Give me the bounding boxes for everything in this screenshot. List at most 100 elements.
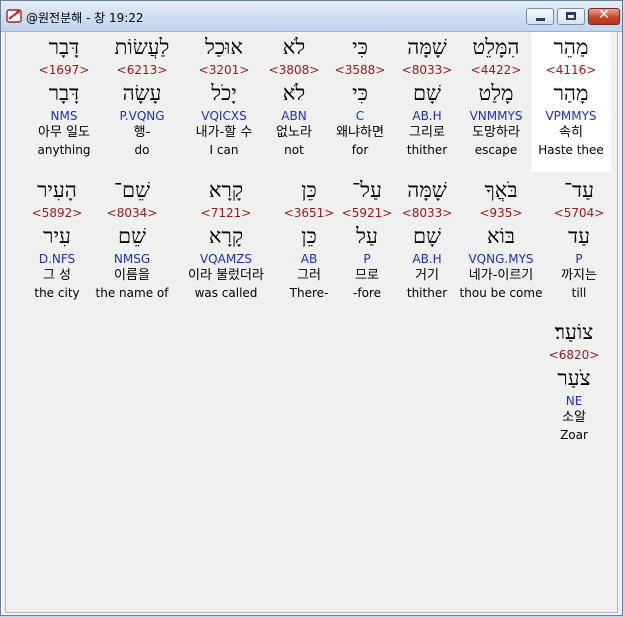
parse-code: NE xyxy=(565,394,583,408)
hebrew-word: כֵּן xyxy=(301,178,317,202)
hebrew-lemma: צֹעַר xyxy=(557,366,591,390)
english-gloss: There- xyxy=(289,286,329,300)
hebrew-word: עַל־ xyxy=(352,178,382,202)
word-cell[interactable]: שֵׁם־ <8034> שֵׁם NMSG 이름을 the name of xyxy=(94,175,170,301)
hebrew-lemma: בּוֹא xyxy=(486,224,516,248)
strong-number[interactable]: <3588> xyxy=(324,62,396,78)
strong-number[interactable]: <935> xyxy=(456,205,546,221)
parse-code: VQNG.MYS xyxy=(468,252,534,266)
korean-gloss: 므로 xyxy=(355,268,379,283)
hebrew-word: הָעִיר xyxy=(37,178,77,202)
minimize-icon xyxy=(536,18,545,21)
word-cell[interactable]: הָעִיר <5892> עִיר D.NFS 그 성 the city xyxy=(20,175,94,301)
strong-number[interactable]: <7121> xyxy=(178,205,274,221)
parse-code: VQICXS xyxy=(201,109,247,123)
hebrew-lemma: יָכֹל xyxy=(211,81,237,105)
english-gloss: -fore xyxy=(353,286,381,300)
strong-number[interactable]: <6213> xyxy=(102,62,182,78)
app-bible-icon xyxy=(6,9,22,23)
korean-gloss: 내가-할 수 xyxy=(195,125,253,140)
word-cell[interactable]: עַד־ <5704> עַד P 까지는 till xyxy=(539,175,619,301)
strong-number[interactable]: <1697> xyxy=(24,62,104,78)
parse-code: VPMMYS xyxy=(545,109,597,123)
hebrew-lemma: עַל xyxy=(356,224,378,248)
hebrew-lemma: כֵּן xyxy=(301,224,317,248)
word-cell[interactable]: כִּי <3588> כִּי C 왜냐하면 for xyxy=(324,32,396,158)
parse-code: VNMMYS xyxy=(469,109,523,123)
parse-code: AB xyxy=(300,252,318,266)
word-cell[interactable]: שָׁמָּה <8033> שָׁם AB.H 그리로 thither xyxy=(392,32,462,158)
strong-number[interactable]: <4422> xyxy=(456,62,536,78)
korean-gloss: 까지는 xyxy=(561,268,597,283)
word-cell[interactable]: דָּבָר <1697> דָּבָר NMS 아무 일도 anything xyxy=(24,32,104,158)
strong-number[interactable]: <3808> xyxy=(264,62,324,78)
korean-gloss: 도망하라 xyxy=(472,125,520,140)
english-gloss: Zoar xyxy=(560,428,588,442)
hebrew-word: בֹּאֲךָ xyxy=(484,178,518,202)
word-cell[interactable]: בֹּאֲךָ <935> בּוֹא VQNG.MYS 네가-이르기 thou… xyxy=(456,175,546,301)
korean-gloss: 이름을 xyxy=(114,268,150,283)
parse-code: AB.H xyxy=(412,252,442,266)
korean-gloss: 속히 xyxy=(559,125,583,140)
hebrew-word: לַעֲשׂוֹת xyxy=(114,35,170,59)
title-bar[interactable]: @원전분해 - 창 19:22 ✕ xyxy=(1,1,622,32)
word-cell[interactable]: קָרָא <7121> קָרָא VQAMZS 이라 불렀더라 was ca… xyxy=(178,175,274,301)
english-gloss: the city xyxy=(34,286,80,300)
parse-code: D.NFS xyxy=(38,252,76,266)
strong-number[interactable]: <8034> xyxy=(94,205,170,221)
hebrew-word: אוּכַל xyxy=(204,35,244,59)
window-title: @원전분해 - 창 19:22 xyxy=(26,11,144,25)
hebrew-word: קָרָא xyxy=(208,178,244,202)
word-cell[interactable]: צוֹעַר׃ <6820> צֹעַר NE 소알 Zoar xyxy=(539,317,609,443)
strong-number[interactable]: <6820> xyxy=(539,347,609,363)
korean-gloss: 이라 불렀더라 xyxy=(188,268,264,283)
word-cell[interactable]: אוּכַל <3201> יָכֹל VQICXS 내가-할 수 I can xyxy=(184,32,264,158)
parse-code: VQAMZS xyxy=(199,252,253,266)
close-button[interactable]: ✕ xyxy=(588,7,620,25)
strong-number[interactable]: <5704> xyxy=(539,205,619,221)
parse-code: ABN xyxy=(281,109,307,123)
hebrew-lemma: שָׁם xyxy=(413,224,441,248)
korean-gloss: 거기 xyxy=(415,268,439,283)
strong-number[interactable]: <5921> xyxy=(336,205,398,221)
hebrew-word: כִּי xyxy=(352,35,368,59)
parse-code: AB.H xyxy=(412,109,442,123)
strong-number[interactable]: <8033> xyxy=(392,62,462,78)
maximize-button[interactable] xyxy=(557,8,585,25)
word-cell[interactable]: שָׁמָּה <8033> שָׁם AB.H 거기 thither xyxy=(392,175,462,301)
hebrew-lemma: דָּבָר xyxy=(48,81,80,105)
hebrew-lemma: מָהַר xyxy=(553,81,589,105)
hebrew-lemma: קָרָא xyxy=(208,224,244,248)
hebrew-word: שֵׁם־ xyxy=(113,178,150,202)
strong-number[interactable]: <3201> xyxy=(184,62,264,78)
english-gloss: for xyxy=(351,143,369,157)
interlinear-panel[interactable]: מַהֵר <4116> מָהַר VPMMYS 속히 Haste thee … xyxy=(5,32,618,613)
english-gloss: Haste thee xyxy=(538,143,604,157)
word-cell[interactable]: לַעֲשׂוֹת <6213> עָשָׂה P.VQNG 행- do xyxy=(102,32,182,158)
english-gloss: escape xyxy=(474,143,518,157)
strong-number[interactable]: <5892> xyxy=(20,205,94,221)
minimize-button[interactable] xyxy=(526,8,554,25)
strong-number[interactable]: <8033> xyxy=(392,205,462,221)
word-cell[interactable]: עַל־ <5921> עַל P 므로 -fore xyxy=(336,175,398,301)
hebrew-word: צוֹעַר׃ xyxy=(554,320,594,344)
korean-gloss: 소알 xyxy=(562,410,586,425)
strong-number[interactable]: <3651> xyxy=(278,205,340,221)
word-cell[interactable]: מַהֵר <4116> מָהַר VPMMYS 속히 Haste thee xyxy=(531,32,611,172)
english-gloss: thither xyxy=(406,286,448,300)
word-cell[interactable]: כֵּן <3651> כֵּן AB 그러 There- xyxy=(278,175,340,301)
english-gloss: thou be come xyxy=(459,286,543,300)
english-gloss: till xyxy=(571,286,587,300)
hebrew-lemma: עַד xyxy=(568,224,590,248)
word-cell[interactable]: הִמָּלֵט <4422> מָלַט VNMMYS 도망하라 escape xyxy=(456,32,536,158)
korean-gloss: 행- xyxy=(133,125,151,140)
english-gloss: do xyxy=(134,143,150,157)
english-gloss: thither xyxy=(406,143,448,157)
hebrew-lemma: מָלַט xyxy=(478,81,514,105)
hebrew-lemma: עִיר xyxy=(43,224,71,248)
english-gloss: the name of xyxy=(95,286,169,300)
hebrew-word: שָׁמָּה xyxy=(407,35,447,59)
parse-code: NMS xyxy=(50,109,78,123)
strong-number[interactable]: <4116> xyxy=(531,62,611,78)
word-cell[interactable]: לֹא <3808> לֹא ABN 없노라 not xyxy=(264,32,324,158)
